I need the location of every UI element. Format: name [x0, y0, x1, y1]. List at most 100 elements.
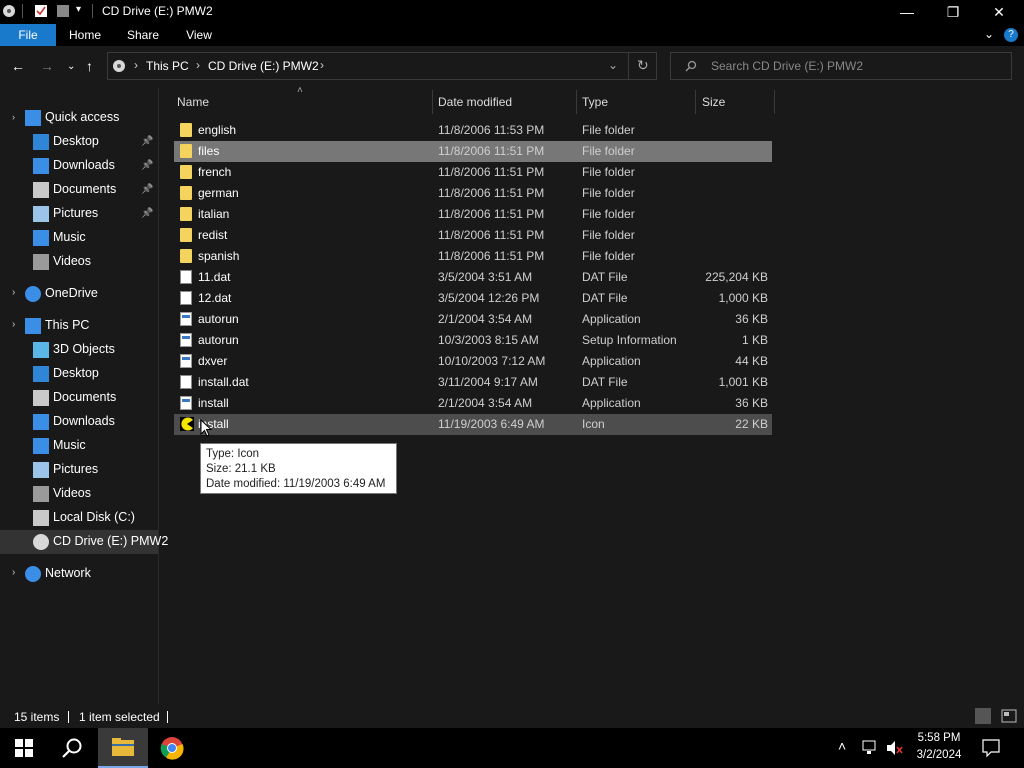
show-hidden-icons-icon[interactable]: ˄	[838, 738, 846, 754]
file-name: italian	[198, 207, 230, 221]
chevron-right-icon[interactable]: ›	[320, 58, 324, 72]
chevron-right-icon[interactable]: ›	[134, 58, 138, 72]
file-row[interactable]: german 11/8/2006 11:51 PM File folder	[174, 183, 772, 204]
breadcrumb-this-pc[interactable]: This PC	[146, 59, 189, 73]
column-header-size[interactable]: Size	[702, 95, 725, 109]
help-icon[interactable]: ?	[1004, 28, 1018, 42]
customize-toolbar-icon[interactable]: ▾	[76, 4, 81, 15]
expand-arrow-icon[interactable]: ›	[12, 287, 15, 298]
details-view-icon[interactable]	[975, 708, 991, 724]
file-row[interactable]: autorun 10/3/2003 8:15 AM Setup Informatio…	[174, 330, 772, 351]
search-input[interactable]: Search CD Drive (E:) PMW2	[711, 59, 863, 73]
forward-arrow-icon[interactable]: →	[40, 58, 54, 74]
file-row[interactable]: install 2/1/2004 3:54 AM Application 36 KB	[174, 393, 772, 414]
tab-share[interactable]: Share	[118, 24, 168, 46]
sidebar-item-onedrive[interactable]: OneDrive ›	[0, 282, 158, 306]
tab-file[interactable]: File	[0, 24, 56, 46]
sidebar-item-label: Downloads	[53, 158, 115, 172]
file-type: File folder	[582, 186, 635, 200]
disk-icon	[33, 510, 49, 526]
sidebar-item-music[interactable]: Music	[0, 434, 158, 458]
sidebar-item-desktop[interactable]: Desktop 📌	[0, 130, 158, 154]
clock-time[interactable]: 5:58 PM	[904, 732, 974, 744]
sidebar-item-local-disk-c[interactable]: Local Disk (C:)	[0, 506, 158, 530]
file-date: 3/5/2004 3:51 AM	[438, 270, 533, 284]
close-button[interactable]: ✕	[976, 0, 1022, 24]
column-header-name[interactable]: Name	[177, 95, 209, 109]
sidebar-item-documents[interactable]: Documents 📌	[0, 178, 158, 202]
chrome-taskbar-button[interactable]	[148, 728, 196, 768]
sidebar-item-videos[interactable]: Videos	[0, 250, 158, 274]
properties-icon[interactable]	[34, 4, 48, 18]
file-row[interactable]: 11.dat 3/5/2004 3:51 AM DAT File 225,204 KB	[174, 267, 772, 288]
file-date: 11/8/2006 11:51 PM	[438, 207, 545, 221]
file-row[interactable]: spanish 11/8/2006 11:51 PM File folder	[174, 246, 772, 267]
file-row[interactable]: italian 11/8/2006 11:51 PM File folder	[174, 204, 772, 225]
recent-locations-icon[interactable]: ⌄	[67, 61, 75, 72]
search-box[interactable]: Search CD Drive (E:) PMW2	[670, 52, 1012, 80]
refresh-icon[interactable]: ↻	[637, 57, 649, 74]
start-button[interactable]	[0, 728, 48, 768]
column-header-type[interactable]: Type	[582, 95, 608, 109]
file-type: DAT File	[582, 375, 628, 389]
folder-icon	[180, 144, 192, 158]
sidebar-item-downloads[interactable]: Downloads	[0, 410, 158, 434]
sidebar-item-quick-access[interactable]: Quick access	[0, 106, 158, 130]
maximize-button[interactable]: ❐	[930, 0, 976, 24]
large-icons-view-icon[interactable]	[1001, 709, 1017, 723]
search-button[interactable]	[48, 728, 96, 768]
expand-arrow-icon[interactable]: ›	[12, 319, 15, 330]
volume-muted-icon[interactable]	[886, 740, 904, 756]
sidebar-item-label: CD Drive (E:) PMW2	[53, 534, 169, 548]
sidebar-item-downloads[interactable]: Downloads 📌	[0, 154, 158, 178]
file-row[interactable]: dxver 10/10/2003 7:12 AM Application 44 KB	[174, 351, 772, 372]
file-row[interactable]: autorun 2/1/2004 3:54 AM Application 36 KB	[174, 309, 772, 330]
sidebar-item-network[interactable]: Network ›	[0, 562, 158, 586]
chevron-down-icon[interactable]: ⌄	[608, 58, 618, 72]
sidebar-item-3d-objects[interactable]: 3D Objects	[0, 338, 158, 362]
file-list: Name ˄ Date modified Type Size english 11…	[160, 85, 1024, 704]
file-explorer-taskbar-button[interactable]	[98, 728, 148, 768]
sidebar-item-music[interactable]: Music	[0, 226, 158, 250]
minimize-button[interactable]: —	[884, 0, 930, 24]
sidebar-item-documents[interactable]: Documents	[0, 386, 158, 410]
new-folder-icon[interactable]	[56, 4, 70, 18]
file-row[interactable]: install 11/19/2003 6:49 AM Icon 22 KB	[174, 414, 772, 435]
tooltip-type: Type: Icon	[206, 448, 260, 460]
expand-arrow-icon[interactable]: ›	[12, 567, 15, 578]
chevron-right-icon[interactable]: ›	[196, 58, 200, 72]
tab-view[interactable]: View	[176, 24, 222, 46]
divider	[22, 4, 23, 18]
column-header-date[interactable]: Date modified	[438, 95, 512, 109]
breadcrumb-cd-drive[interactable]: CD Drive (E:) PMW2	[208, 59, 319, 73]
file-row[interactable]: french 11/8/2006 11:51 PM File folder	[174, 162, 772, 183]
column-divider[interactable]	[576, 90, 577, 114]
back-arrow-icon[interactable]: ←	[11, 58, 25, 74]
up-arrow-icon[interactable]: ↑	[86, 58, 93, 74]
file-row[interactable]: files 11/8/2006 11:51 PM File folder	[174, 141, 772, 162]
pane-divider[interactable]	[158, 88, 159, 704]
sidebar-item-this-pc[interactable]: This PC ›	[0, 314, 158, 338]
column-divider[interactable]	[432, 90, 433, 114]
file-row[interactable]: 12.dat 3/5/2004 12:26 PM DAT File 1,000 KB	[174, 288, 772, 309]
column-divider[interactable]	[774, 90, 775, 114]
file-row[interactable]: install.dat 3/11/2004 9:17 AM DAT File 1,00…	[174, 372, 772, 393]
desktop-icon	[33, 134, 49, 150]
network-icon[interactable]	[862, 740, 880, 756]
file-row[interactable]: english 11/8/2006 11:53 PM File folder	[174, 120, 772, 141]
sidebar-item-pictures[interactable]: Pictures 📌	[0, 202, 158, 226]
notifications-icon[interactable]	[982, 739, 1000, 757]
expand-ribbon-icon[interactable]: ⌄	[984, 27, 994, 41]
sidebar-item-videos[interactable]: Videos	[0, 482, 158, 506]
sidebar-item-desktop[interactable]: Desktop	[0, 362, 158, 386]
file-size: 1 KB	[741, 333, 768, 347]
ribbon-tabs: File Home Share View ⌄ ?	[0, 24, 1024, 46]
file-row[interactable]: redist 11/8/2006 11:51 PM File folder	[174, 225, 772, 246]
sidebar-item-cd-drive-e-pmw2[interactable]: CD Drive (E:) PMW2	[0, 530, 168, 554]
file-date: 11/8/2006 11:51 PM	[438, 228, 545, 242]
clock-date[interactable]: 3/2/2024	[904, 749, 974, 761]
sidebar-item-pictures[interactable]: Pictures	[0, 458, 158, 482]
column-divider[interactable]	[695, 90, 696, 114]
address-bar[interactable]: › This PC › CD Drive (E:) PMW2 › ⌄ ↻	[107, 52, 657, 80]
tab-home[interactable]: Home	[60, 24, 110, 46]
